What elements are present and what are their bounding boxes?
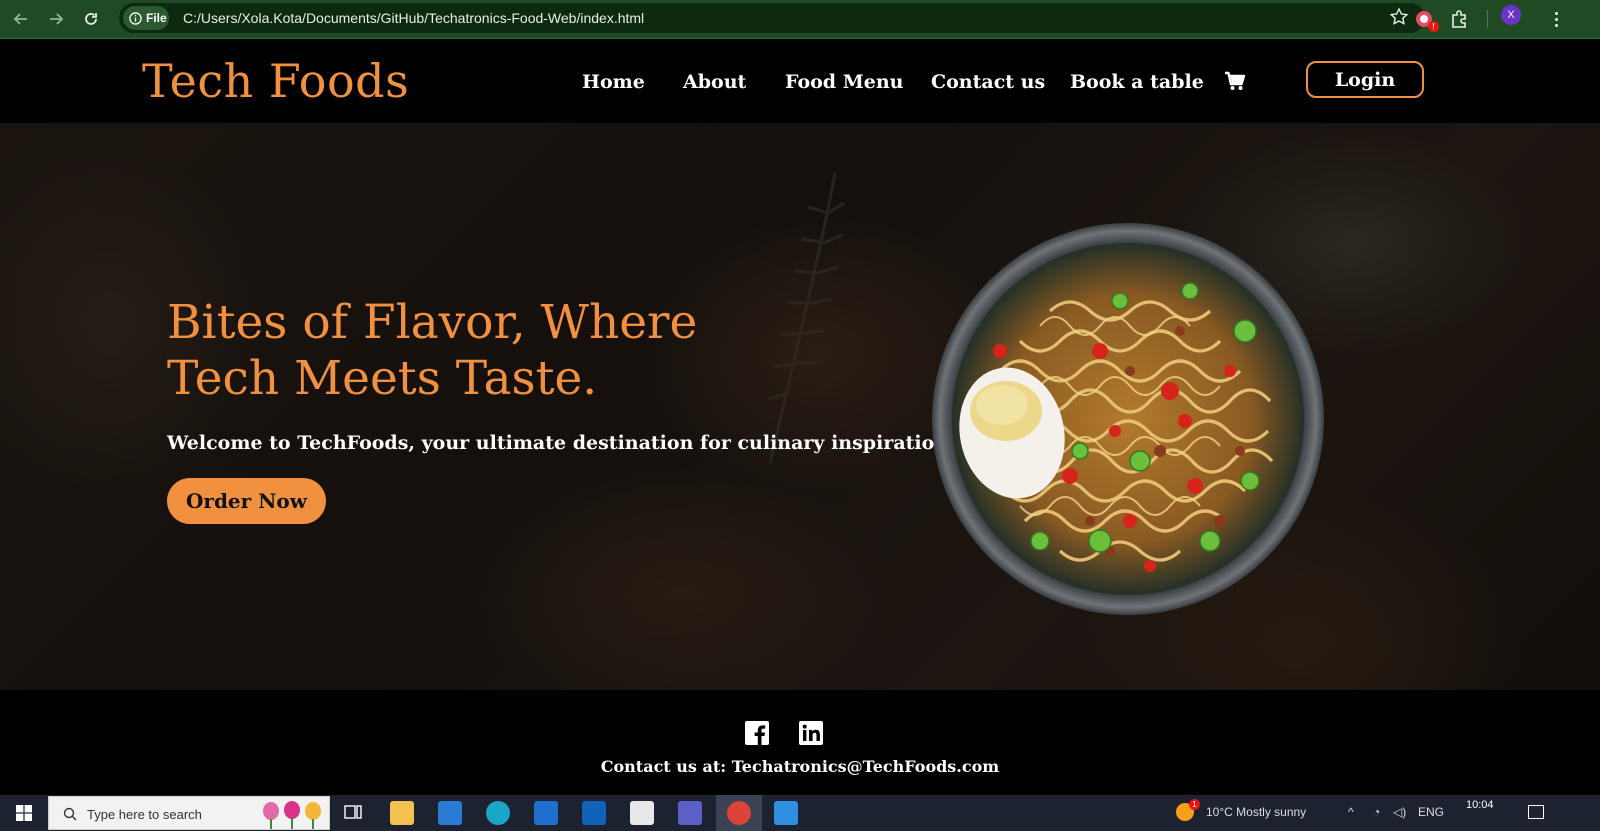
url-text[interactable]: C:/Users/Xola.Kota/Documents/GitHub/Tech…: [183, 10, 644, 26]
address-bar[interactable]: File C:/Users/Xola.Kota/Documents/GitHub…: [119, 3, 1425, 33]
facebook-icon: [745, 721, 769, 745]
task-view-icon: [344, 805, 362, 819]
teams-icon[interactable]: [678, 801, 702, 825]
bookmark-star-button[interactable]: [1389, 7, 1409, 32]
hero-headline-line-1: Bites of Flavor, Where: [167, 295, 698, 350]
nav-contact-us[interactable]: Contact us: [931, 71, 1045, 93]
taskbar-search[interactable]: Type here to search: [48, 796, 330, 830]
browser-menu-button[interactable]: [1546, 6, 1566, 32]
forward-arrow-icon: [50, 13, 64, 25]
weather-text[interactable]: 10°C Mostly sunny: [1206, 805, 1306, 819]
noodle-bowl-image: [932, 223, 1324, 615]
weather-icon[interactable]: 1: [1176, 799, 1200, 821]
outlook-icon[interactable]: [582, 801, 606, 825]
notification-center-icon[interactable]: [1528, 805, 1544, 819]
search-icon: [63, 807, 77, 821]
reload-button[interactable]: [78, 6, 104, 32]
windows-logo-icon: [16, 805, 32, 821]
profile-avatar[interactable]: X: [1501, 5, 1521, 25]
file-explorer-icon[interactable]: [390, 801, 414, 825]
tray-chevron-icon[interactable]: ^: [1348, 805, 1354, 819]
language-indicator[interactable]: ENG: [1418, 805, 1444, 819]
linkedin-icon: [799, 721, 823, 745]
site-footer: Contact us at: Techatronics@TechFoods.co…: [0, 690, 1600, 795]
order-now-button[interactable]: Order Now: [167, 478, 326, 524]
cart-icon: [1225, 71, 1246, 90]
tulips-icon: [263, 801, 321, 829]
weather-badge: 1: [1189, 799, 1200, 810]
cart-button[interactable]: [1224, 71, 1246, 95]
login-button[interactable]: Login: [1306, 61, 1424, 98]
nav-about[interactable]: About: [683, 71, 746, 93]
extension-button[interactable]: !: [1411, 6, 1439, 32]
mail-icon[interactable]: [534, 801, 558, 825]
windows-taskbar: Type here to search 1 10°C Mostly sunny …: [0, 795, 1600, 831]
nav-home[interactable]: Home: [582, 71, 645, 93]
vscode-icon[interactable]: [774, 801, 798, 825]
network-icon[interactable]: ◔: [1373, 805, 1380, 819]
linkedin-link[interactable]: [799, 721, 823, 745]
store-icon[interactable]: [438, 801, 462, 825]
nav-book-table[interactable]: Book a table: [1070, 71, 1204, 93]
file-chip-label: File: [146, 11, 167, 25]
nav-food-menu[interactable]: Food Menu: [785, 71, 903, 93]
search-placeholder: Type here to search: [87, 807, 202, 822]
brand-logo[interactable]: Tech Foods: [142, 54, 409, 108]
toolbar-divider: [1487, 10, 1488, 28]
back-button[interactable]: [8, 6, 34, 32]
browser-toolbar: File C:/Users/Xola.Kota/Documents/GitHub…: [0, 0, 1600, 39]
edge-icon[interactable]: [486, 801, 510, 825]
info-icon: [129, 11, 142, 25]
start-button[interactable]: [16, 805, 32, 826]
hero-tagline: Welcome to TechFoods, your ultimate dest…: [167, 432, 957, 454]
chrome-icon[interactable]: [727, 801, 751, 825]
facebook-link[interactable]: [745, 721, 769, 745]
site-header: Tech Foods Home About Food Menu Contact …: [0, 39, 1600, 123]
taskbar-clock[interactable]: 10:04: [1466, 799, 1494, 811]
footer-contact: Contact us at: Techatronics@TechFoods.co…: [600, 757, 1000, 776]
forward-button[interactable]: [43, 6, 69, 32]
back-arrow-icon: [13, 13, 27, 25]
site-info-chip[interactable]: File: [123, 6, 169, 30]
hero-headline-line-2: Tech Meets Taste.: [167, 351, 598, 406]
puzzle-icon: [1452, 10, 1466, 28]
notepad-icon[interactable]: [630, 801, 654, 825]
hero-headline: Bites of Flavor, Where Tech Meets Taste.: [167, 295, 727, 407]
extension-badge: !: [1428, 21, 1439, 32]
volume-icon[interactable]: ◁): [1393, 805, 1406, 819]
task-view-button[interactable]: [342, 801, 366, 825]
reload-icon: [85, 13, 97, 25]
extensions-menu-button[interactable]: [1446, 6, 1472, 32]
star-icon: [1389, 7, 1409, 25]
hero-section: Bites of Flavor, Where Tech Meets Taste.…: [0, 123, 1600, 690]
